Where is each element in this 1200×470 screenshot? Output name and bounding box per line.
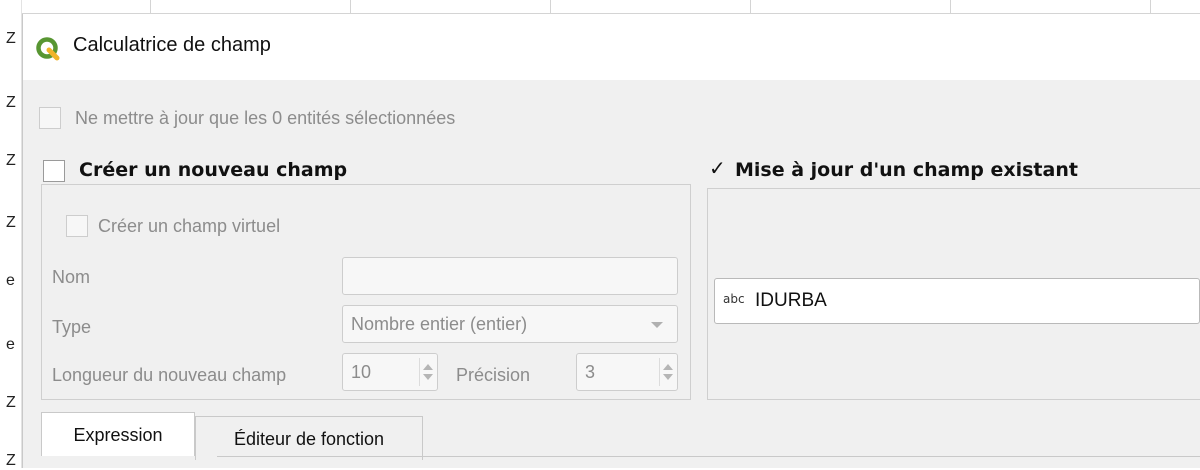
spin-up-icon — [423, 364, 433, 370]
type-dropdown[interactable]: Nombre entier (entier) — [342, 305, 678, 343]
chevron-down-icon — [651, 322, 663, 328]
existing-field-value: IDURBA — [755, 290, 827, 311]
new-field-group: Créer un champ virtuel Nom Type Nombre e… — [41, 184, 691, 400]
background-column-divider — [350, 0, 351, 14]
type-label: Type — [52, 317, 92, 337]
background-cell-char: Z — [6, 30, 16, 47]
length-label: Longueur du nouveau champ — [52, 365, 287, 385]
background-column-divider — [950, 0, 951, 14]
background-cell-char: Z — [6, 94, 16, 111]
qgis-logo-icon — [36, 37, 60, 61]
update-field-label: Mise à jour d'un champ existant — [735, 159, 1078, 181]
window-title: Calculatrice de champ — [73, 34, 271, 56]
virtual-field-checkbox[interactable] — [66, 215, 88, 237]
spin-up-icon — [663, 364, 673, 370]
background-column-divider — [1150, 0, 1151, 14]
background-cell-char: Z — [6, 214, 16, 231]
field-calculator-dialog: Calculatrice de champ Ne mettre à jour q… — [22, 14, 1200, 468]
precision-label: Précision — [456, 365, 531, 385]
length-spinbox[interactable]: 10 — [342, 353, 438, 391]
background-cell-char: Z — [6, 394, 16, 411]
existing-field-combo[interactable]: abc IDURBA — [714, 278, 1200, 324]
update-field-checkbox[interactable]: ✓ — [709, 158, 726, 178]
tab-expression[interactable]: Expression — [41, 412, 195, 456]
virtual-field-label: Créer un champ virtuel — [98, 216, 281, 236]
precision-spinbox-value: 3 — [585, 362, 596, 382]
background-cell-char: Z — [6, 452, 16, 469]
create-new-field-label: Créer un nouveau champ — [79, 159, 348, 181]
selection-only-checkbox[interactable] — [39, 107, 61, 129]
background-table-strip: Z Z Z Z e e Z Z — [0, 0, 22, 469]
background-table-header — [22, 0, 1200, 14]
spin-arrows-icon[interactable] — [659, 358, 675, 386]
update-field-group: abc IDURBA — [707, 188, 1200, 400]
background-column-divider — [150, 0, 151, 14]
tab-bar-baseline — [217, 456, 1200, 457]
spin-down-icon — [663, 374, 673, 380]
title-bar[interactable]: Calculatrice de champ — [23, 14, 1200, 80]
length-spinbox-value: 10 — [351, 362, 372, 382]
spin-down-icon — [423, 374, 433, 380]
spin-arrows-icon[interactable] — [419, 358, 435, 386]
create-new-field-checkbox[interactable] — [43, 160, 65, 182]
name-label: Nom — [52, 267, 91, 287]
precision-spinbox[interactable]: 3 — [576, 353, 678, 391]
background-column-divider — [750, 0, 751, 14]
name-input[interactable] — [342, 257, 678, 295]
background-cell-char: e — [6, 336, 15, 353]
background-cell-char: e — [6, 272, 15, 289]
background-column-divider — [550, 0, 551, 14]
selection-only-label: Ne mettre à jour que les 0 entités sélec… — [75, 108, 456, 128]
text-field-type-icon: abc — [723, 292, 745, 306]
type-dropdown-value: Nombre entier (entier) — [351, 314, 528, 334]
background-cell-char: Z — [6, 152, 16, 169]
tab-function-editor[interactable]: Éditeur de fonction — [195, 416, 423, 460]
